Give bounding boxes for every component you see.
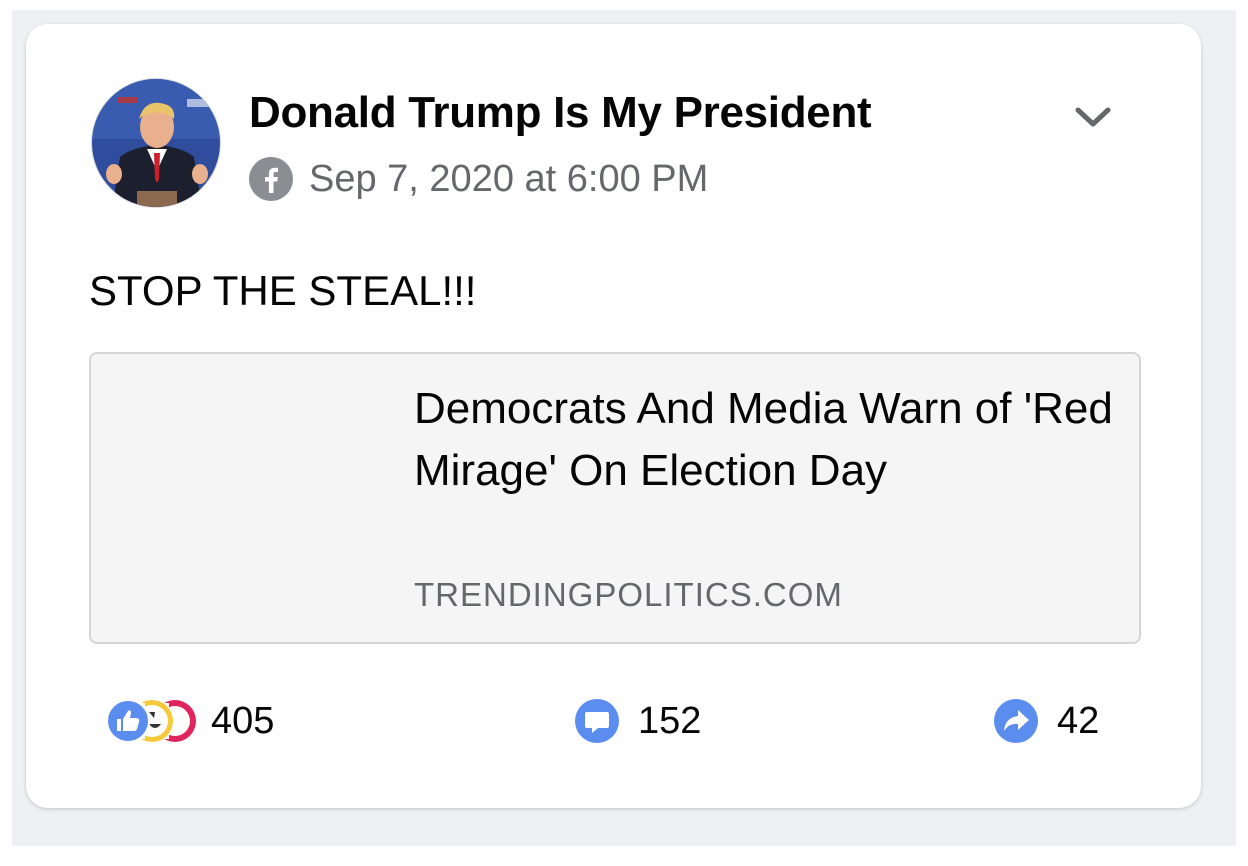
comments-summary[interactable]: 152 bbox=[574, 698, 701, 744]
link-preview-title[interactable]: Democrats And Media Warn of 'Red Mirage'… bbox=[414, 378, 1114, 502]
page-name[interactable]: Donald Trump Is My President bbox=[249, 88, 872, 138]
post-card: Donald Trump Is My President Sep 7, 2020… bbox=[26, 24, 1201, 808]
post-timestamp[interactable]: Sep 7, 2020 at 6:00 PM bbox=[309, 158, 708, 201]
post-meta: Sep 7, 2020 at 6:00 PM bbox=[249, 157, 708, 201]
chevron-down-icon[interactable] bbox=[1072, 102, 1114, 132]
page-avatar[interactable] bbox=[91, 78, 221, 208]
like-icon bbox=[106, 699, 150, 743]
shares-count: 42 bbox=[1057, 699, 1100, 742]
facebook-icon bbox=[249, 157, 293, 201]
reaction-icons bbox=[106, 699, 196, 743]
link-preview[interactable]: Democrats And Media Warn of 'Red Mirage'… bbox=[89, 352, 1141, 644]
shares-summary[interactable]: 42 bbox=[993, 698, 1099, 744]
reactions-summary[interactable]: 405 bbox=[105, 698, 274, 744]
share-icon bbox=[994, 699, 1038, 743]
comments-count: 152 bbox=[638, 699, 702, 742]
avatar-image bbox=[92, 79, 220, 207]
reactions-count: 405 bbox=[211, 699, 275, 742]
post-text: STOP THE STEAL!!! bbox=[89, 267, 477, 314]
comment-icon bbox=[575, 699, 619, 743]
link-preview-domain: TRENDINGPOLITICS.COM bbox=[414, 576, 843, 613]
